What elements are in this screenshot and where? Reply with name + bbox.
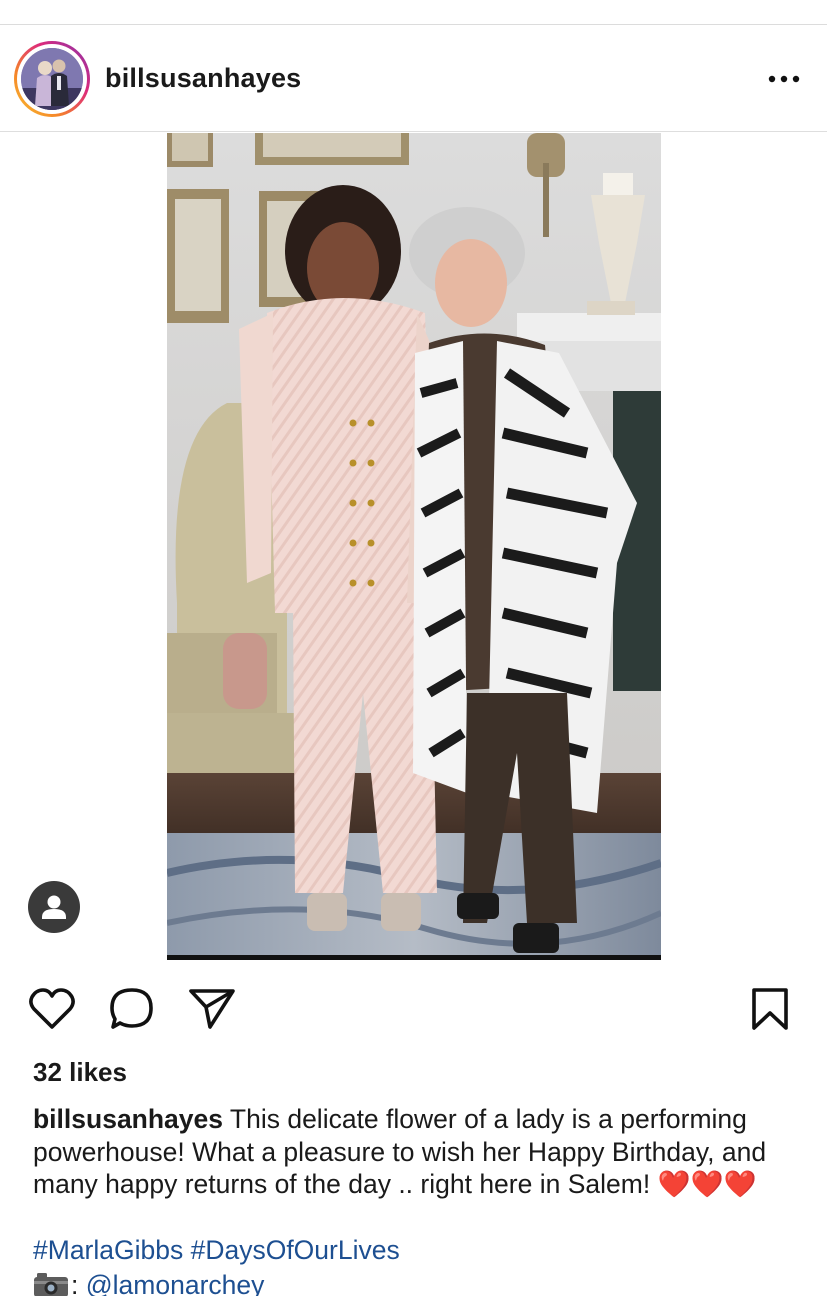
post-photo[interactable] (167, 133, 661, 960)
avatar-border (17, 44, 87, 114)
more-horizontal-icon (768, 75, 800, 83)
paper-plane-icon[interactable] (188, 987, 236, 1031)
photo-credit: : @lamonarchey (33, 1270, 264, 1296)
post-caption: billsusanhayes This delicate flower of a… (33, 1103, 813, 1201)
credit-separator: : (71, 1270, 79, 1296)
previous-content-strip (0, 0, 827, 25)
post-username[interactable]: billsusanhayes (105, 63, 301, 94)
instagram-post-page: billsusanhayes 32 likes billsusanhayes T… (0, 0, 827, 1296)
caption-username[interactable]: billsusanhayes (33, 1104, 223, 1134)
avatar-photo (21, 48, 83, 110)
avatar-image (21, 48, 83, 110)
avatar[interactable] (14, 41, 90, 117)
bookmark-icon[interactable] (750, 987, 790, 1031)
heart-outline-icon[interactable] (28, 987, 76, 1031)
likes-count[interactable]: 32 likes (33, 1057, 127, 1088)
post-hashtags[interactable]: #MarlaGibbs #DaysOfOurLives (33, 1235, 400, 1266)
post-photo-illustration (167, 133, 661, 960)
comment-bubble-icon[interactable] (108, 986, 156, 1032)
credit-mention[interactable]: @lamonarchey (86, 1270, 265, 1296)
camera-icon (34, 1273, 68, 1296)
user-tag-icon (42, 895, 66, 919)
user-tag-button[interactable] (28, 881, 80, 933)
post-header: billsusanhayes (0, 25, 827, 132)
more-options-button[interactable] (762, 65, 806, 93)
